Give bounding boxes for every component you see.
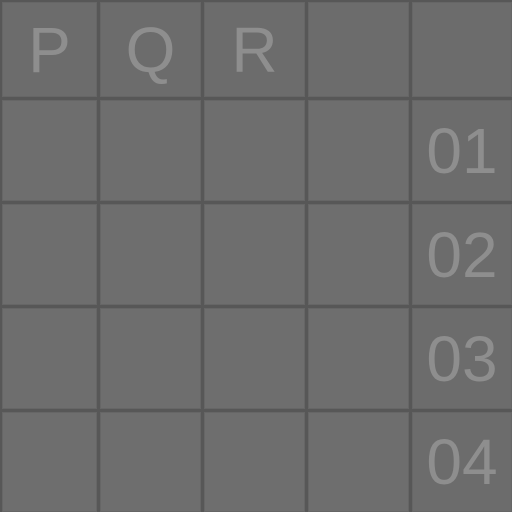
board-cell[interactable] xyxy=(308,100,409,201)
board-cell[interactable] xyxy=(308,204,409,305)
board-cell[interactable] xyxy=(100,308,201,409)
board-cell[interactable] xyxy=(204,308,305,409)
board-cell[interactable] xyxy=(2,412,97,512)
board-cell[interactable] xyxy=(204,100,305,201)
board-cell[interactable] xyxy=(100,412,201,512)
header-corner-cell xyxy=(412,2,512,97)
column-label-p: P xyxy=(2,2,97,97)
board-cell[interactable] xyxy=(2,308,97,409)
board-cell[interactable] xyxy=(100,100,201,201)
board-cell[interactable] xyxy=(2,100,97,201)
board-cell[interactable] xyxy=(308,412,409,512)
board-cell[interactable] xyxy=(2,204,97,305)
header-empty-cell xyxy=(308,2,409,97)
board-cell[interactable] xyxy=(308,308,409,409)
row-label-04: 04 xyxy=(412,412,512,512)
row-label-03: 03 xyxy=(412,308,512,409)
board-cell[interactable] xyxy=(100,204,201,305)
column-label-r: R xyxy=(204,2,305,97)
game-board: P Q R 01 02 03 04 xyxy=(0,0,512,512)
row-label-02: 02 xyxy=(412,204,512,305)
board-cell[interactable] xyxy=(204,412,305,512)
row-label-01: 01 xyxy=(412,100,512,201)
column-label-q: Q xyxy=(100,2,201,97)
board-cell[interactable] xyxy=(204,204,305,305)
